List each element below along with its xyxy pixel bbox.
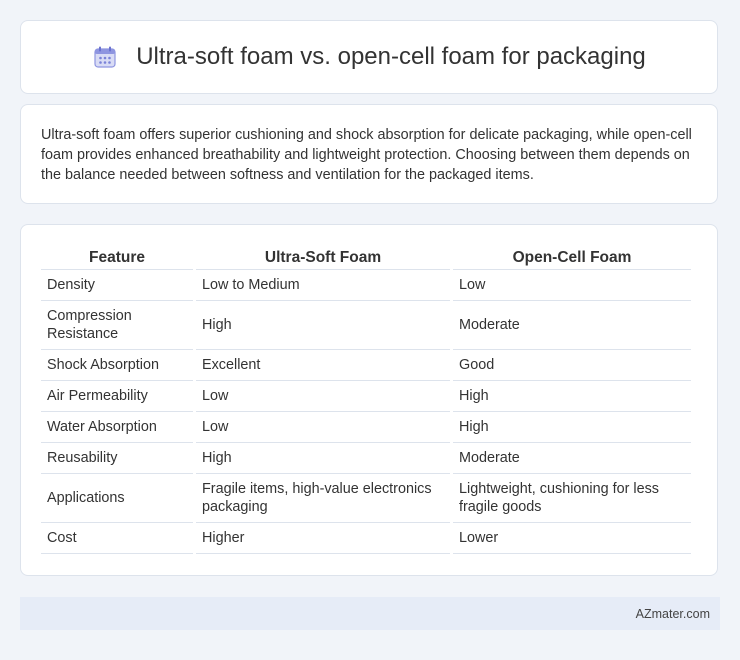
ultra-soft-cell: Low to Medium xyxy=(196,270,450,301)
comparison-table: Feature Ultra-Soft Foam Open-Cell Foam D… xyxy=(38,245,694,554)
footer-brand: AZmater.com xyxy=(635,606,710,621)
ultra-soft-cell: High xyxy=(196,301,450,350)
open-cell-cell: High xyxy=(453,412,691,443)
ultra-soft-cell: Low xyxy=(196,412,450,443)
table-row: Shock Absorption Excellent Good xyxy=(41,350,691,381)
feature-cell: Water Absorption xyxy=(41,412,193,443)
feature-cell: Shock Absorption xyxy=(41,350,193,381)
feature-cell: Density xyxy=(41,270,193,301)
table-row: Cost Higher Lower xyxy=(41,523,691,554)
open-cell-cell: Moderate xyxy=(453,301,691,350)
table-row: Air Permeability Low High xyxy=(41,381,691,412)
open-cell-cell: Good xyxy=(453,350,691,381)
column-header-feature: Feature xyxy=(41,245,193,270)
intro-card: Ultra-soft foam offers superior cushioni… xyxy=(20,104,718,204)
open-cell-cell: Moderate xyxy=(453,443,691,474)
column-header-open-cell-foam: Open-Cell Foam xyxy=(453,245,691,270)
open-cell-cell: Low xyxy=(453,270,691,301)
open-cell-cell: Lightweight, cushioning for less fragile… xyxy=(453,474,691,523)
feature-cell: Applications xyxy=(41,474,193,523)
calendar-icon xyxy=(92,44,118,70)
feature-cell: Cost xyxy=(41,523,193,554)
ultra-soft-cell: Fragile items, high-value electronics pa… xyxy=(196,474,450,523)
feature-cell: Reusability xyxy=(41,443,193,474)
column-header-ultra-soft-foam: Ultra-Soft Foam xyxy=(196,245,450,270)
table-row: Reusability High Moderate xyxy=(41,443,691,474)
ultra-soft-cell: Higher xyxy=(196,523,450,554)
ultra-soft-cell: Excellent xyxy=(196,350,450,381)
feature-cell: Air Permeability xyxy=(41,381,193,412)
feature-cell: Compression Resistance xyxy=(41,301,193,350)
open-cell-cell: High xyxy=(453,381,691,412)
open-cell-cell: Lower xyxy=(453,523,691,554)
table-row: Density Low to Medium Low xyxy=(41,270,691,301)
table-row: Water Absorption Low High xyxy=(41,412,691,443)
title-card: Ultra-soft foam vs. open-cell foam for p… xyxy=(20,20,718,94)
table-row: Compression Resistance High Moderate xyxy=(41,301,691,350)
page-title: Ultra-soft foam vs. open-cell foam for p… xyxy=(136,43,646,70)
table-row: Applications Fragile items, high-value e… xyxy=(41,474,691,523)
intro-paragraph: Ultra-soft foam offers superior cushioni… xyxy=(41,127,692,183)
comparison-card: Feature Ultra-Soft Foam Open-Cell Foam D… xyxy=(20,224,718,576)
table-header-row: Feature Ultra-Soft Foam Open-Cell Foam xyxy=(41,245,691,270)
ultra-soft-cell: Low xyxy=(196,381,450,412)
ultra-soft-cell: High xyxy=(196,443,450,474)
footer-bar: AZmater.com xyxy=(20,597,720,630)
